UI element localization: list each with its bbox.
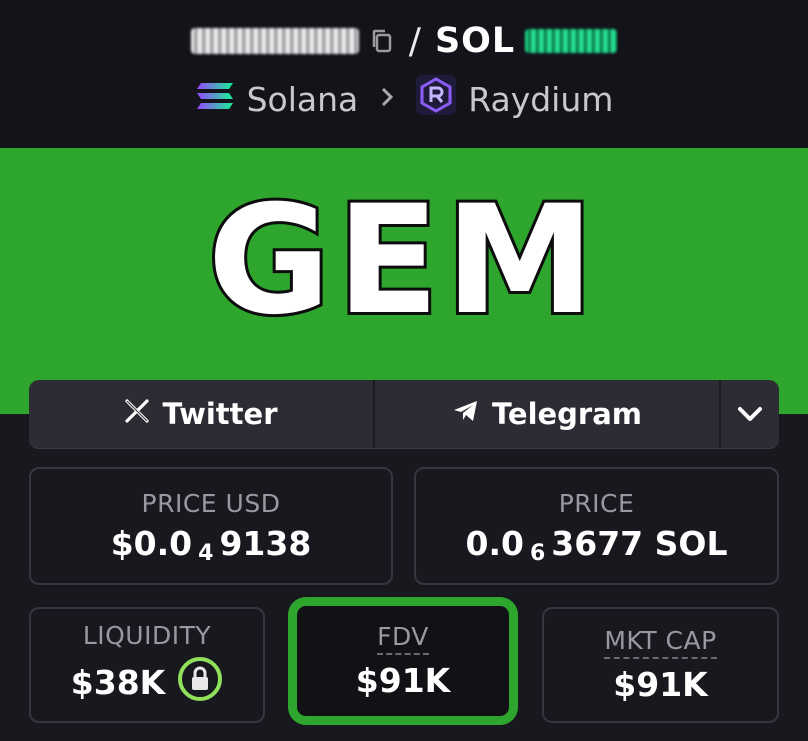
pair-header: / SOL Solana Raydium: [0, 0, 808, 148]
liquidity-value: $38K: [70, 663, 166, 702]
fdv-value: $91K: [355, 661, 451, 700]
more-links-button[interactable]: [721, 380, 779, 448]
quote-symbol: SOL: [434, 21, 516, 61]
banner-text: GEM: [205, 174, 601, 348]
price-usd-card: PRICE USD $0.0 4 9138: [29, 467, 393, 585]
breadcrumb: Solana Raydium: [0, 75, 808, 123]
price-native-value: 0.0 6 3677 SOL: [465, 524, 728, 566]
solana-logo-icon: [195, 80, 235, 119]
lock-icon[interactable]: [177, 656, 223, 710]
twitter-link[interactable]: Twitter: [29, 380, 375, 448]
price-usd-value: $0.0 4 9138: [110, 524, 312, 566]
raydium-logo-icon: [416, 75, 457, 123]
fdv-card: FDV $91K: [288, 597, 518, 725]
price-usd-digits: 9138: [219, 524, 312, 563]
chevron-right-icon: [378, 83, 396, 116]
token-symbol-redacted: [190, 28, 359, 54]
liquidity-card: LIQUIDITY $38K: [29, 607, 265, 723]
price-native-prefix: 0.0: [465, 524, 524, 563]
price-native-zero-count: 6: [529, 541, 546, 566]
mkt-cap-card: MKT CAP $91K: [542, 607, 779, 723]
telegram-link[interactable]: Telegram: [375, 380, 721, 448]
liquidity-value-row: $38K: [71, 656, 223, 710]
fdv-label[interactable]: FDV: [377, 622, 429, 655]
chain-link[interactable]: Solana: [247, 80, 359, 119]
redacted-badge: [525, 29, 618, 53]
telegram-label: Telegram: [491, 397, 643, 431]
liquidity-label: LIQUIDITY: [82, 620, 212, 650]
mkt-cap-label[interactable]: MKT CAP: [604, 626, 717, 659]
pair-title-row: / SOL: [0, 16, 808, 66]
price-usd-label: PRICE USD: [141, 489, 281, 518]
price-usd-zero-count: 4: [198, 541, 214, 566]
dex-link[interactable]: Raydium: [468, 80, 613, 119]
price-usd-prefix: $0.0: [110, 524, 193, 563]
mkt-cap-value: $91K: [613, 665, 708, 704]
pair-separator: /: [408, 20, 421, 62]
copy-icon[interactable]: [369, 28, 395, 54]
telegram-icon: [452, 397, 480, 431]
twitter-label: Twitter: [162, 397, 278, 431]
social-links-bar: Twitter Telegram: [29, 380, 779, 448]
price-native-card: PRICE 0.0 6 3677 SOL: [414, 467, 779, 585]
x-logo-icon: [124, 397, 150, 431]
price-native-digits: 3677 SOL: [551, 524, 728, 563]
chevron-down-icon: [736, 397, 764, 431]
price-native-label: PRICE: [558, 489, 635, 518]
